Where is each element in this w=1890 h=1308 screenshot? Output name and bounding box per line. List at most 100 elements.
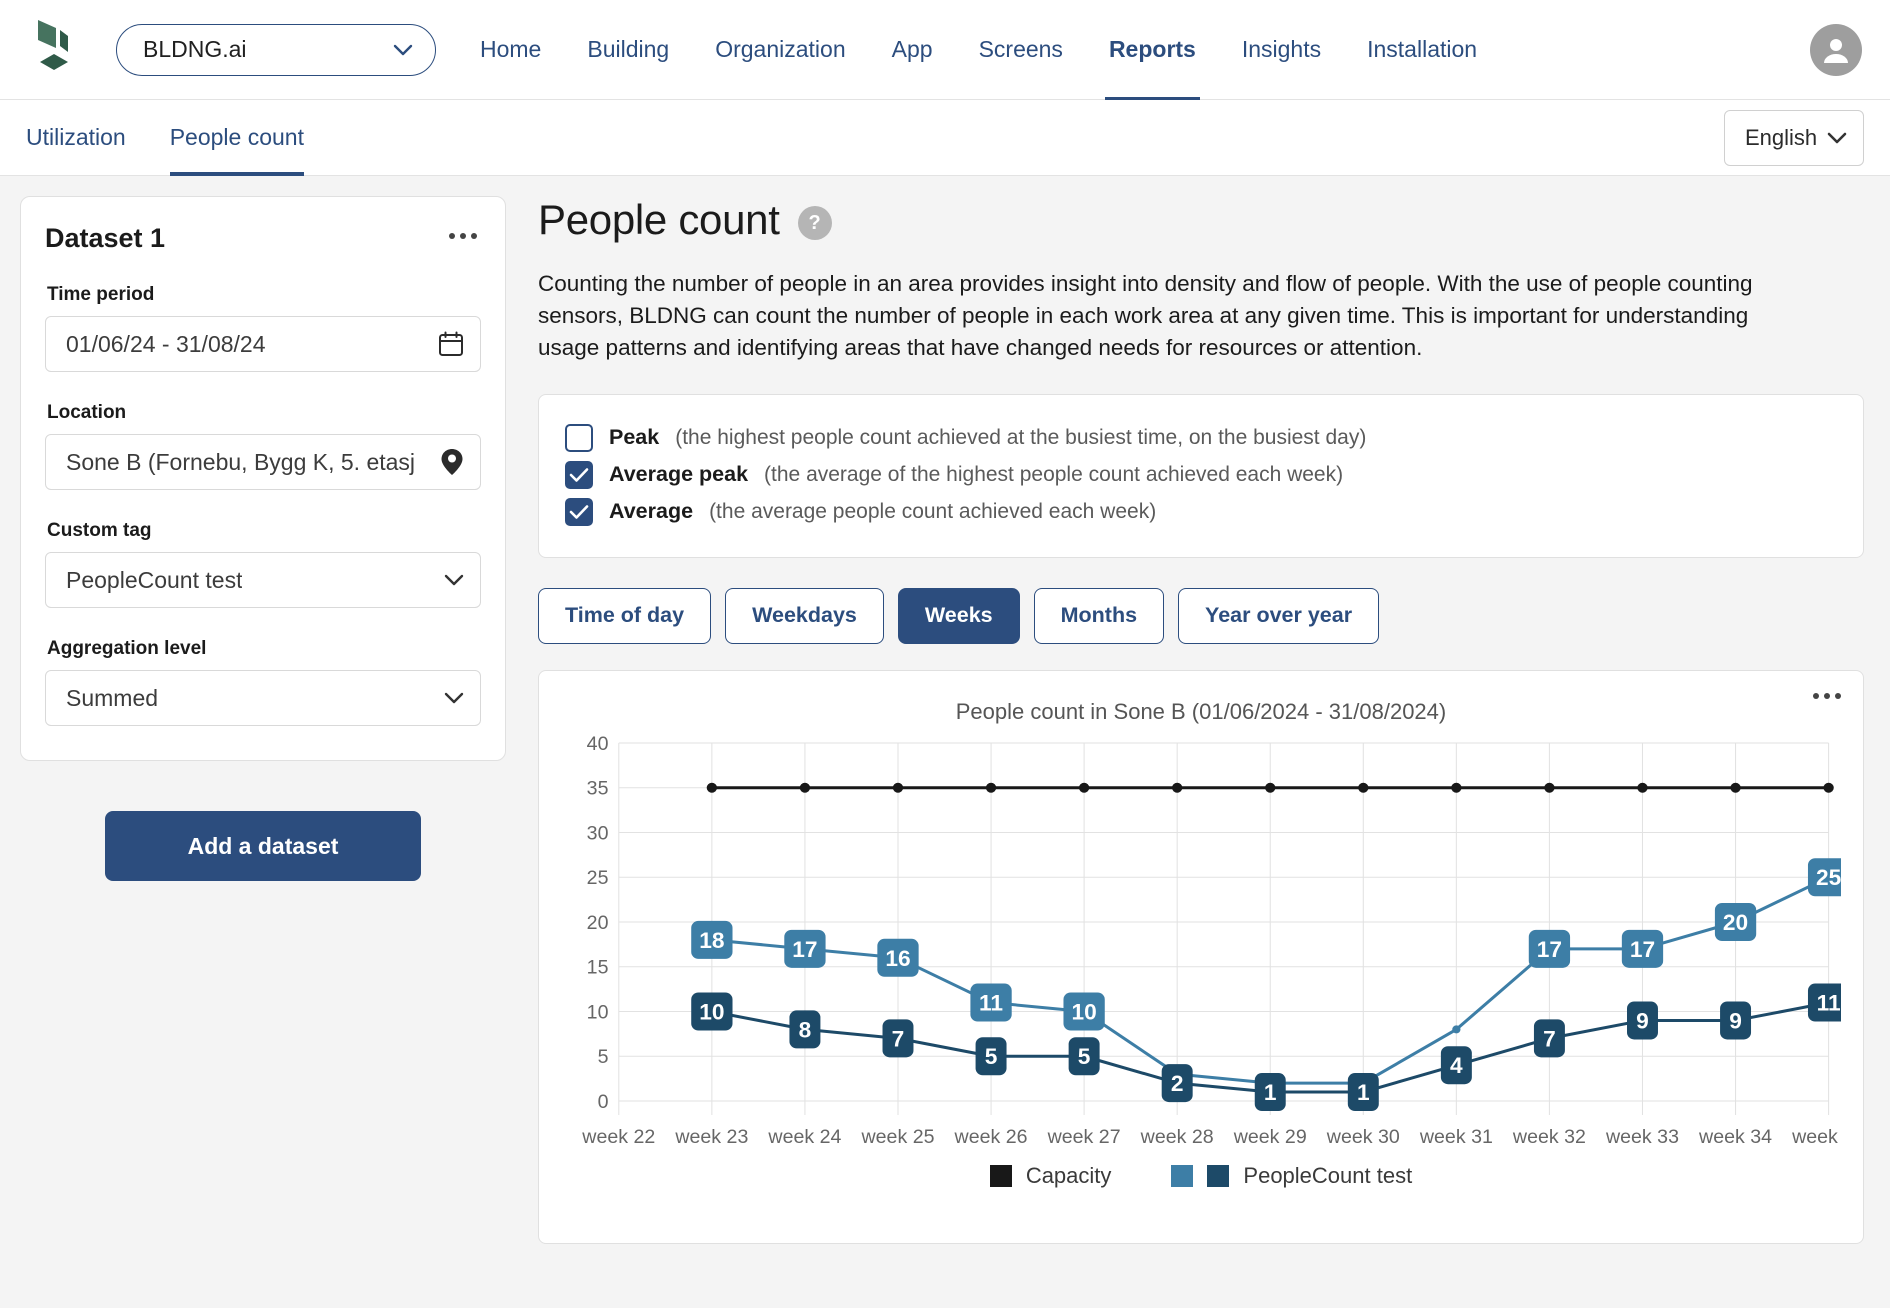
time-granularity-segmented-control: Time of day Weekdays Weeks Months Year o… bbox=[538, 587, 1864, 644]
option-average-label: Average bbox=[609, 499, 694, 524]
location-value: Sone B (Fornebu, Bygg K, 5. etasj bbox=[66, 448, 416, 475]
chart-legend: Capacity PeopleCount test bbox=[561, 1163, 1841, 1189]
custom-tag-value: PeopleCount test bbox=[66, 566, 243, 593]
custom-tag-field[interactable]: PeopleCount test bbox=[45, 552, 481, 608]
data-point-label: 9 bbox=[1636, 1009, 1649, 1034]
option-average-peak-label: Average peak bbox=[609, 462, 749, 487]
data-point-label: 11 bbox=[979, 991, 1003, 1016]
x-axis-tick: week 22 bbox=[581, 1127, 655, 1148]
aggregation-level-field[interactable]: Summed bbox=[45, 670, 481, 726]
bldng-logo bbox=[38, 19, 68, 70]
primary-nav: Home Building Organization App Screens R… bbox=[480, 0, 1477, 100]
option-peak-label: Peak bbox=[609, 425, 660, 450]
dataset-options-menu-button[interactable] bbox=[445, 223, 481, 249]
x-axis-tick: week 28 bbox=[1140, 1127, 1214, 1148]
legend-label-peoplecount-test: PeopleCount test bbox=[1243, 1162, 1413, 1188]
data-point-label: 11 bbox=[1817, 991, 1841, 1016]
x-axis-tick: week 25 bbox=[860, 1127, 934, 1148]
legend-swatch-average-peak bbox=[1171, 1164, 1194, 1187]
nav-item-building[interactable]: Building bbox=[587, 0, 669, 100]
add-dataset-button[interactable]: Add a dataset bbox=[105, 811, 421, 881]
data-point-label: 8 bbox=[799, 1018, 812, 1043]
data-point-label: 5 bbox=[1078, 1044, 1091, 1069]
checkbox-average[interactable] bbox=[565, 497, 593, 526]
y-axis-tick: 0 bbox=[598, 1092, 609, 1113]
people-count-line-chart: 0510152025303540week 22 week 23 week 24 wee… bbox=[581, 734, 1841, 1148]
nav-item-organization[interactable]: Organization bbox=[715, 0, 845, 100]
data-point-label: 10 bbox=[1071, 1000, 1096, 1025]
location-label: Location bbox=[47, 402, 127, 423]
segment-time-of-day[interactable]: Time of day bbox=[538, 587, 712, 644]
segment-months[interactable]: Months bbox=[1033, 587, 1165, 644]
chart-options-menu-button[interactable] bbox=[1809, 683, 1845, 709]
chevron-down-icon bbox=[444, 574, 464, 586]
y-axis-tick: 15 bbox=[587, 958, 609, 979]
nav-label: App bbox=[891, 36, 933, 62]
option-average-peak-description: (the average of the highest people count… bbox=[764, 462, 1344, 486]
y-axis-tick: 35 bbox=[587, 779, 609, 800]
y-axis-tick: 25 bbox=[587, 868, 609, 889]
nav-label: Building bbox=[587, 36, 670, 62]
nav-item-app[interactable]: App bbox=[892, 0, 933, 100]
x-axis-tick: week 24 bbox=[767, 1127, 841, 1148]
data-point-label: 17 bbox=[1537, 937, 1562, 962]
check-icon bbox=[569, 505, 589, 519]
checkbox-peak[interactable] bbox=[565, 423, 593, 452]
language-selector-value: English bbox=[1745, 124, 1818, 150]
segment-year-over-year[interactable]: Year over year bbox=[1178, 587, 1380, 644]
organization-selector[interactable]: BLDNG.ai bbox=[116, 23, 436, 76]
nav-item-installation[interactable]: Installation bbox=[1367, 0, 1477, 100]
user-avatar[interactable] bbox=[1810, 23, 1862, 76]
aggregation-level-label: Aggregation level bbox=[47, 638, 207, 659]
segment-weekdays[interactable]: Weekdays bbox=[725, 587, 884, 644]
nav-item-reports[interactable]: Reports bbox=[1104, 0, 1200, 100]
checkbox-average-peak[interactable] bbox=[565, 460, 593, 489]
tab-people-count[interactable]: People count bbox=[169, 100, 305, 176]
option-peak[interactable]: Peak (the highest people count achieved … bbox=[565, 423, 1837, 452]
custom-tag-label: Custom tag bbox=[47, 520, 152, 541]
option-peak-description: (the highest people count achieved at th… bbox=[675, 425, 1367, 449]
chevron-down-icon bbox=[444, 692, 464, 704]
segment-weeks[interactable]: Weeks bbox=[897, 587, 1020, 644]
data-point-label: 17 bbox=[1630, 937, 1655, 962]
x-axis-tick: week 23 bbox=[674, 1127, 748, 1148]
data-point-label: 5 bbox=[985, 1044, 998, 1069]
language-selector[interactable]: English bbox=[1724, 109, 1864, 166]
x-axis-tick: week 34 bbox=[1698, 1127, 1772, 1148]
data-point-label: 18 bbox=[699, 928, 724, 953]
x-axis-tick: week 30 bbox=[1326, 1127, 1400, 1148]
top-navigation-bar: BLDNG.ai Home Building Organization App … bbox=[0, 0, 1890, 100]
y-axis-tick: 40 bbox=[587, 734, 609, 755]
nav-item-screens[interactable]: Screens bbox=[979, 0, 1063, 100]
nav-item-home[interactable]: Home bbox=[480, 0, 541, 100]
x-axis-tick: week 33 bbox=[1605, 1127, 1679, 1148]
data-point-label: 17 bbox=[792, 937, 817, 962]
nav-label: Reports bbox=[1108, 36, 1196, 62]
legend-item-capacity[interactable]: Capacity bbox=[989, 1162, 1112, 1189]
location-field[interactable]: Sone B (Fornebu, Bygg K, 5. etasj bbox=[45, 434, 481, 490]
y-axis-tick: 10 bbox=[587, 1003, 609, 1024]
tab-utilization[interactable]: Utilization bbox=[26, 100, 126, 176]
user-icon bbox=[1824, 38, 1848, 63]
data-point-label: 2 bbox=[1171, 1071, 1184, 1096]
nav-label: Insights bbox=[1241, 36, 1322, 62]
x-axis-tick: week 35 bbox=[1791, 1127, 1841, 1148]
nav-label: Home bbox=[480, 36, 542, 62]
map-pin-icon bbox=[441, 449, 463, 475]
nav-item-insights[interactable]: Insights bbox=[1242, 0, 1321, 100]
check-icon bbox=[569, 468, 589, 482]
legend-label-capacity: Capacity bbox=[1025, 1162, 1112, 1188]
aggregation-level-value: Summed bbox=[66, 684, 159, 711]
data-point-label: 7 bbox=[892, 1026, 905, 1051]
time-period-field[interactable]: 01/06/24 - 31/08/24 bbox=[45, 316, 481, 372]
data-point-label: 10 bbox=[699, 1000, 724, 1025]
option-average[interactable]: Average (the average people count achiev… bbox=[565, 497, 1837, 526]
page-body: Dataset 1 Time period 01/06/24 - 31/08/2… bbox=[0, 176, 1890, 1308]
help-icon[interactable]: ? bbox=[797, 206, 832, 240]
data-point-label: 25 bbox=[1816, 865, 1841, 890]
option-average-peak[interactable]: Average peak (the average of the highest… bbox=[565, 460, 1837, 489]
data-point-label: 1 bbox=[1264, 1080, 1277, 1105]
x-axis-tick: week 31 bbox=[1419, 1127, 1493, 1148]
legend-item-peoplecount-test[interactable]: PeopleCount test bbox=[1171, 1163, 1412, 1189]
dataset-sidebar: Dataset 1 Time period 01/06/24 - 31/08/2… bbox=[20, 196, 506, 1308]
